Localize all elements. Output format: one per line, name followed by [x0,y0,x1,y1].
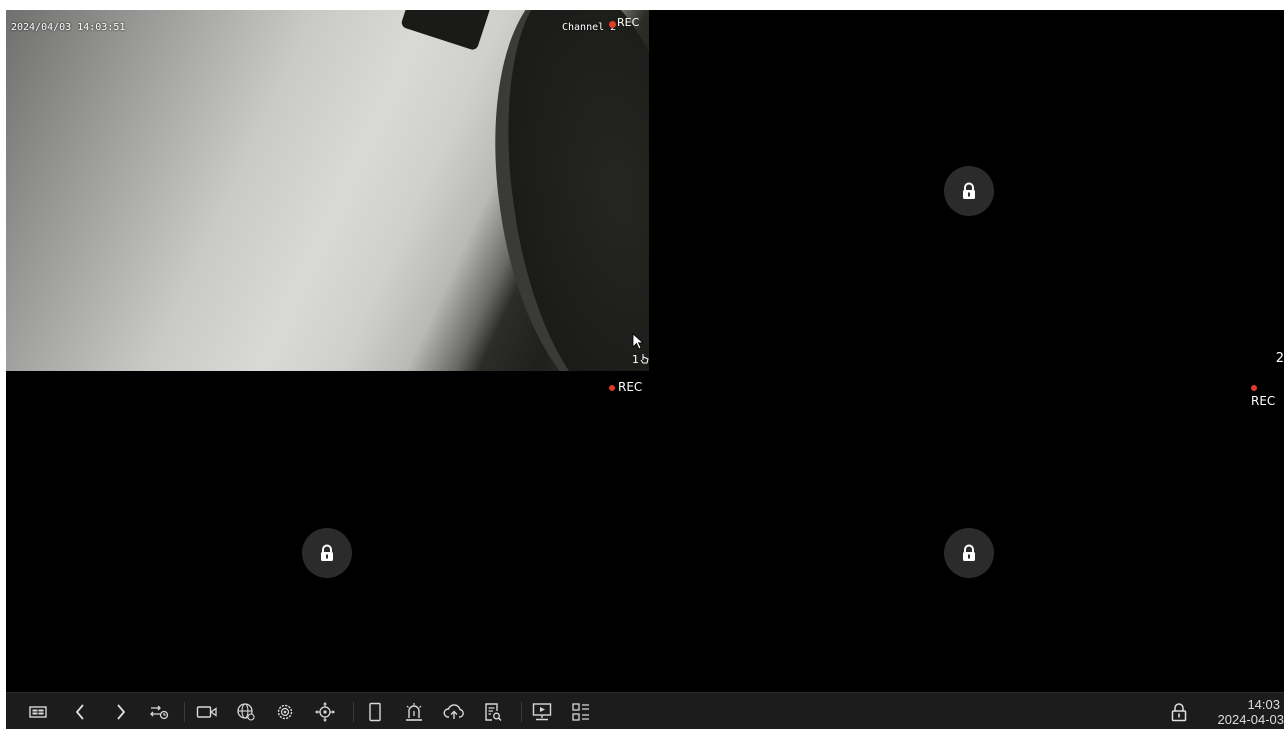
system-clock: 14:03 2024-04-03 [1218,697,1284,727]
previous-button[interactable] [69,701,91,723]
lock-icon [963,544,975,561]
clock-time: 14:03 [1247,697,1280,712]
next-icon [117,704,126,720]
device-button[interactable] [364,701,386,723]
bottom-toolbar: 14:03 2024-04-03 [6,692,1284,729]
device-icon [369,702,381,722]
toolbar-separator [521,702,522,722]
lock-icon [963,182,975,199]
lock-icon [1171,703,1187,722]
sequence-icon [150,705,169,720]
next-button[interactable] [110,701,132,723]
sequence-button[interactable] [148,701,170,723]
layout-icon [29,706,47,718]
layout-button[interactable] [27,701,49,723]
camera-tile-4[interactable] [649,371,1284,692]
tile-number: 1 [632,353,639,366]
rec-indicator: REC [609,16,639,29]
ptz-button[interactable] [314,701,336,723]
mouse-cursor-icon [632,333,644,350]
nvr-live-view: 2024/04/03 14:03:51 Channel 2 REC 1 2 RE… [6,10,1284,729]
camera-tile-2[interactable]: 2 [649,10,1284,371]
cloud-upload-icon [443,704,464,719]
tile-number: 2 [1275,351,1284,366]
osd-timestamp: 2024/04/03 14:03:51 [11,22,126,33]
menu-list-icon [572,703,589,721]
lock-icon [321,544,333,561]
previous-icon [75,704,84,720]
search-log-icon [485,703,502,722]
hand-pointer-icon [640,354,649,364]
alarm-button[interactable] [403,701,425,723]
clock-date: 2024-04-03 [1217,712,1284,727]
settings-button[interactable] [274,701,296,723]
menu-list-button[interactable] [570,701,592,723]
tile-number-label: 1 [632,353,649,366]
camera-tile-1[interactable]: 2024/04/03 14:03:51 Channel 2 REC 1 [6,10,649,371]
record-icon [196,706,217,718]
playback-button[interactable] [531,701,553,723]
record-button[interactable] [196,701,218,723]
playback-icon [532,703,552,721]
lock-screen-button[interactable] [1168,701,1190,723]
camera-tile-3[interactable] [6,371,649,692]
toolbar-separator [353,702,354,722]
network-icon [237,703,255,721]
tile-lock-button[interactable] [302,528,352,578]
feed-shadow [400,10,492,52]
feed-dark-edge [470,10,649,371]
camera-feed-image [6,10,649,371]
tile-lock-button[interactable] [944,528,994,578]
settings-icon [277,704,293,720]
rec-dot-icon [609,21,616,28]
search-log-button[interactable] [482,701,504,723]
alarm-icon [406,703,422,721]
toolbar-separator [184,702,185,722]
rec-label: REC [617,16,640,29]
cloud-upload-button[interactable] [443,701,465,723]
tile-lock-button[interactable] [944,166,994,216]
network-button[interactable] [235,701,257,723]
ptz-icon [315,702,335,722]
